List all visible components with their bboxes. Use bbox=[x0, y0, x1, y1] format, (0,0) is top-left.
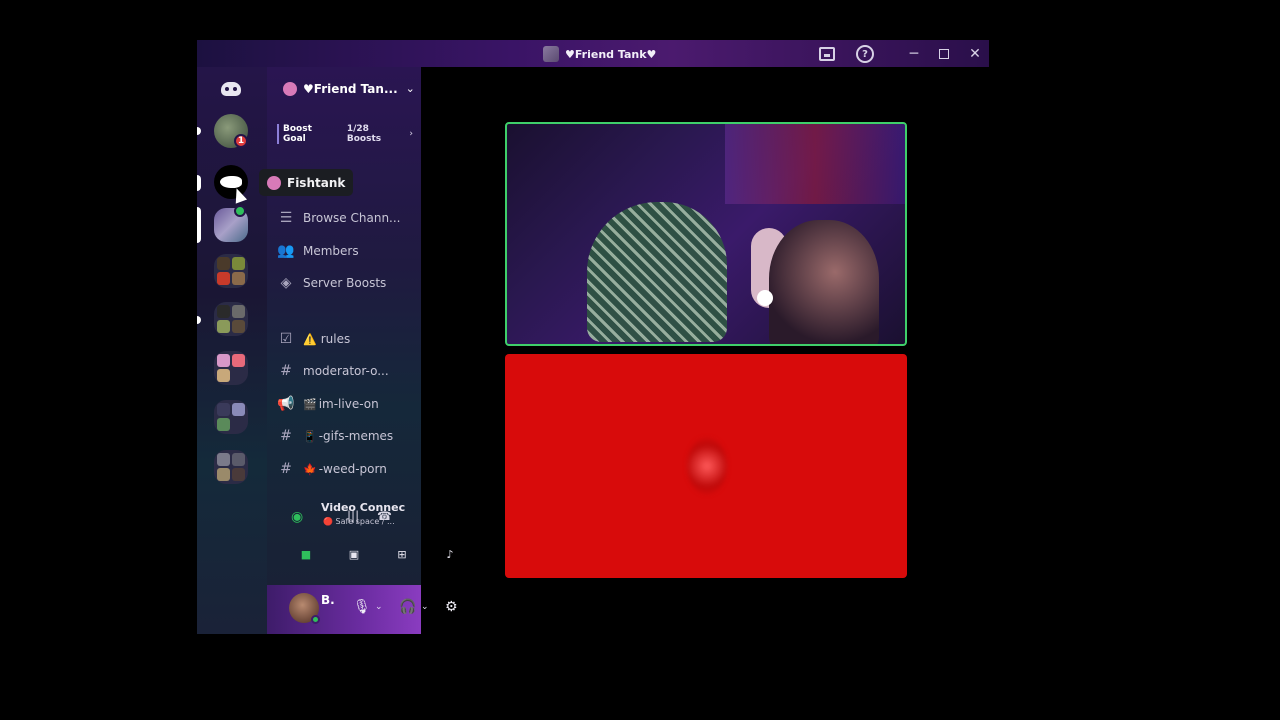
video-tile-speaking[interactable] bbox=[505, 122, 907, 346]
clapper-emoji: 🎬 bbox=[303, 397, 317, 411]
server-avatar-icon bbox=[543, 46, 559, 62]
channel-panel: ♥Friend Tan... ⌄ Boost Goal 1/28 Boosts … bbox=[267, 67, 458, 634]
discord-window: ♥Friend Tank♥ ? ─ ✕ 1 ♥Friend Tan... ⌄ B… bbox=[197, 40, 989, 634]
browse-channels-item[interactable]: ☰ Browse Chann... bbox=[277, 206, 417, 230]
hashtag-icon: # bbox=[280, 461, 292, 477]
hover-pill bbox=[197, 175, 201, 191]
maximize-icon[interactable] bbox=[934, 44, 954, 64]
username[interactable]: B. bbox=[321, 593, 335, 607]
chevron-down-icon[interactable]: ⌄ bbox=[375, 602, 383, 612]
disconnect-icon[interactable]: ☎ bbox=[377, 509, 392, 523]
channel-im-live-on[interactable]: 📢 🎬 im-live-on bbox=[277, 392, 417, 416]
noise-suppression-icon[interactable]: ||| bbox=[347, 509, 359, 523]
close-icon[interactable]: ✕ bbox=[965, 44, 985, 64]
soundboard-icon[interactable]: ♪ bbox=[435, 543, 465, 565]
screen-share-icon[interactable]: ▣ bbox=[339, 543, 369, 565]
hashtag-icon: # bbox=[280, 428, 292, 444]
unread-pill-2 bbox=[197, 316, 201, 324]
online-status-icon bbox=[311, 615, 320, 624]
server-badge-icon bbox=[267, 175, 281, 190]
boost-count: 1/28 Boosts bbox=[346, 124, 382, 144]
title-bar: ♥Friend Tank♥ ? ─ ✕ bbox=[197, 40, 989, 67]
server-boost-icon: ◈ bbox=[280, 275, 292, 291]
inbox-icon[interactable] bbox=[817, 44, 837, 64]
gear-icon[interactable]: ⚙ bbox=[445, 599, 458, 615]
window-title: ♥Friend Tank♥ bbox=[565, 47, 657, 61]
chevron-right-icon: › bbox=[409, 129, 413, 139]
server-badge-icon bbox=[283, 81, 297, 96]
headphones-icon[interactable]: 🎧 bbox=[399, 599, 416, 615]
channel-moderator[interactable]: # moderator-o... bbox=[277, 359, 417, 383]
server-folder-5[interactable] bbox=[214, 450, 248, 484]
channel-weed-porn[interactable]: # 🍁 -weed-porn bbox=[277, 457, 417, 481]
members-icon: 👥 bbox=[277, 243, 295, 259]
window-title-group: ♥Friend Tank♥ bbox=[543, 45, 656, 63]
camera-icon[interactable]: ■ bbox=[291, 543, 321, 565]
hashtag-icon: # bbox=[280, 363, 292, 379]
phone-emoji: 📱 bbox=[303, 429, 317, 443]
boost-goal-label: Boost Goal bbox=[283, 124, 312, 144]
voice-status[interactable]: Video Connec bbox=[321, 501, 407, 514]
rules-icon: ☑ bbox=[279, 331, 293, 347]
activities-icon[interactable]: ⊞ bbox=[387, 543, 417, 565]
server-header[interactable]: ♥Friend Tan... ⌄ bbox=[267, 67, 421, 110]
announcement-icon: 📢 bbox=[277, 396, 295, 412]
video-light bbox=[757, 290, 773, 306]
server-folder-4[interactable] bbox=[214, 400, 248, 434]
video-tile-avatar[interactable] bbox=[505, 354, 907, 578]
server-rail: 1 bbox=[197, 67, 267, 634]
help-icon[interactable]: ? bbox=[856, 45, 874, 63]
server-folder-3[interactable] bbox=[214, 351, 248, 385]
chevron-down-icon: ⌄ bbox=[405, 82, 415, 95]
notification-badge: 1 bbox=[234, 134, 248, 148]
selected-pill bbox=[197, 207, 201, 243]
leaf-emoji: 🍁 bbox=[303, 462, 317, 476]
unread-pill bbox=[197, 127, 201, 135]
signal-icon[interactable]: ◉ bbox=[291, 509, 303, 525]
browse-channels-icon: ☰ bbox=[279, 210, 293, 226]
channel-rules[interactable]: ☑ ⚠️ rules bbox=[277, 327, 417, 351]
user-panel: B. 🎙 ⌄ 🎧 ⌄ ⚙ bbox=[267, 585, 458, 634]
video-background bbox=[725, 124, 905, 204]
server-folder-2[interactable] bbox=[214, 302, 248, 336]
user-avatar-placeholder bbox=[687, 438, 727, 494]
video-person bbox=[769, 220, 879, 344]
minimize-icon[interactable]: ─ bbox=[904, 44, 924, 64]
server-name: ♥Friend Tan... bbox=[303, 81, 398, 96]
server-folder-1[interactable] bbox=[214, 254, 248, 288]
server-boosts-item[interactable]: ◈ Server Boosts bbox=[277, 271, 417, 295]
tooltip-label: Fishtank bbox=[287, 175, 346, 190]
voice-active-badge bbox=[234, 205, 246, 217]
voice-connection-panel: ◉ Video Connec 🔴 Safe space / ... ||| ☎ … bbox=[267, 497, 454, 573]
video-chair bbox=[587, 202, 727, 342]
chevron-down-icon[interactable]: ⌄ bbox=[421, 602, 429, 612]
discord-home-icon[interactable] bbox=[214, 72, 248, 106]
warning-emoji: ⚠️ bbox=[303, 332, 317, 346]
channel-gifs-memes[interactable]: # 📱 -gifs-memes bbox=[277, 424, 417, 448]
microphone-icon[interactable]: 🎙 bbox=[353, 599, 371, 615]
members-item[interactable]: 👥 Members bbox=[277, 239, 417, 263]
boost-goal-bar[interactable]: Boost Goal 1/28 Boosts › bbox=[277, 124, 413, 144]
server-tooltip: Fishtank bbox=[259, 169, 354, 196]
